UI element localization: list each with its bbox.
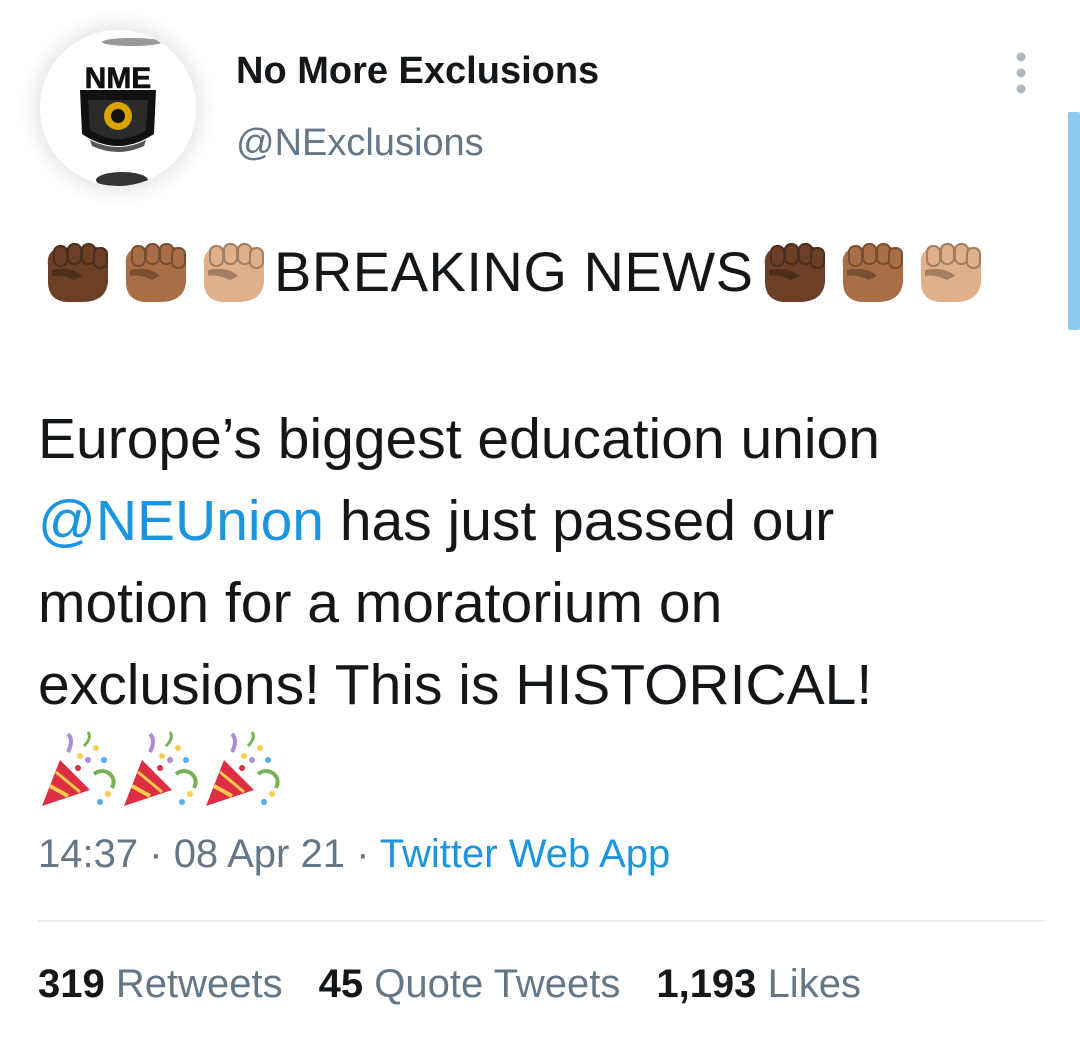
tweet-text: Europe’s biggest education union @NEUnio… (38, 398, 1048, 726)
vertical-dots-icon (1016, 52, 1026, 94)
quote-tweets-stat[interactable]: 45 Quote Tweets (319, 962, 621, 1007)
quote-tweets-label: Quote Tweets (374, 962, 621, 1006)
avatar-lettering: NME (85, 62, 152, 95)
meta-separator: · (149, 832, 163, 876)
retweets-label: Retweets (115, 962, 283, 1006)
breaking-news-text: BREAKING NEWS (274, 239, 754, 303)
quote-tweets-count: 45 (318, 962, 364, 1006)
party-popper-icon (120, 730, 202, 810)
tweet-line: Europe’s biggest education union (38, 407, 880, 471)
tweet-time: 14:37 (38, 832, 139, 876)
tweet-meta: 14:37 · 08 Apr 21 · Twitter Web App (38, 832, 670, 877)
more-options-button[interactable] (1006, 50, 1036, 96)
tweet-source-link[interactable]: Twitter Web App (380, 832, 671, 876)
retweets-stat[interactable]: 319 Retweets (38, 962, 283, 1007)
mention-link[interactable]: @NEUnion (38, 489, 324, 553)
nme-logo: NME (40, 30, 196, 186)
tweet-line: @NEUnion has just passed our (38, 480, 1048, 562)
likes-count: 1,193 (656, 962, 757, 1006)
likes-label: Likes (767, 962, 861, 1006)
display-name[interactable]: No More Exclusions (236, 50, 599, 93)
raised-fist-medium-icon (833, 236, 911, 306)
raised-fist-light-icon (911, 236, 989, 306)
retweets-count: 319 (38, 962, 105, 1006)
divider (38, 920, 1044, 922)
raised-fist-light-icon (194, 236, 272, 306)
raised-fist-medium-icon (116, 236, 194, 306)
breaking-news-line: BREAKING NEWS (38, 236, 989, 306)
raised-fist-dark-icon (38, 236, 116, 306)
party-popper-row (38, 730, 284, 810)
raised-fist-dark-icon (755, 236, 833, 306)
scrollbar[interactable] (1068, 112, 1080, 330)
user-handle[interactable]: @NExclusions (236, 122, 484, 165)
avatar[interactable]: NME (40, 30, 196, 186)
tweet-line-rest: has just passed our (323, 489, 835, 553)
tweet-date: 08 Apr 21 (173, 832, 345, 876)
meta-separator: · (356, 832, 370, 876)
engagement-stats: 319 Retweets 45 Quote Tweets 1,193 Likes (38, 962, 897, 1007)
tweet-line: motion for a moratorium on (38, 571, 723, 635)
likes-stat[interactable]: 1,193 Likes (656, 962, 861, 1007)
party-popper-icon (38, 730, 120, 810)
tweet-line: exclusions! This is HISTORICAL! (38, 653, 873, 717)
party-popper-icon (202, 730, 284, 810)
